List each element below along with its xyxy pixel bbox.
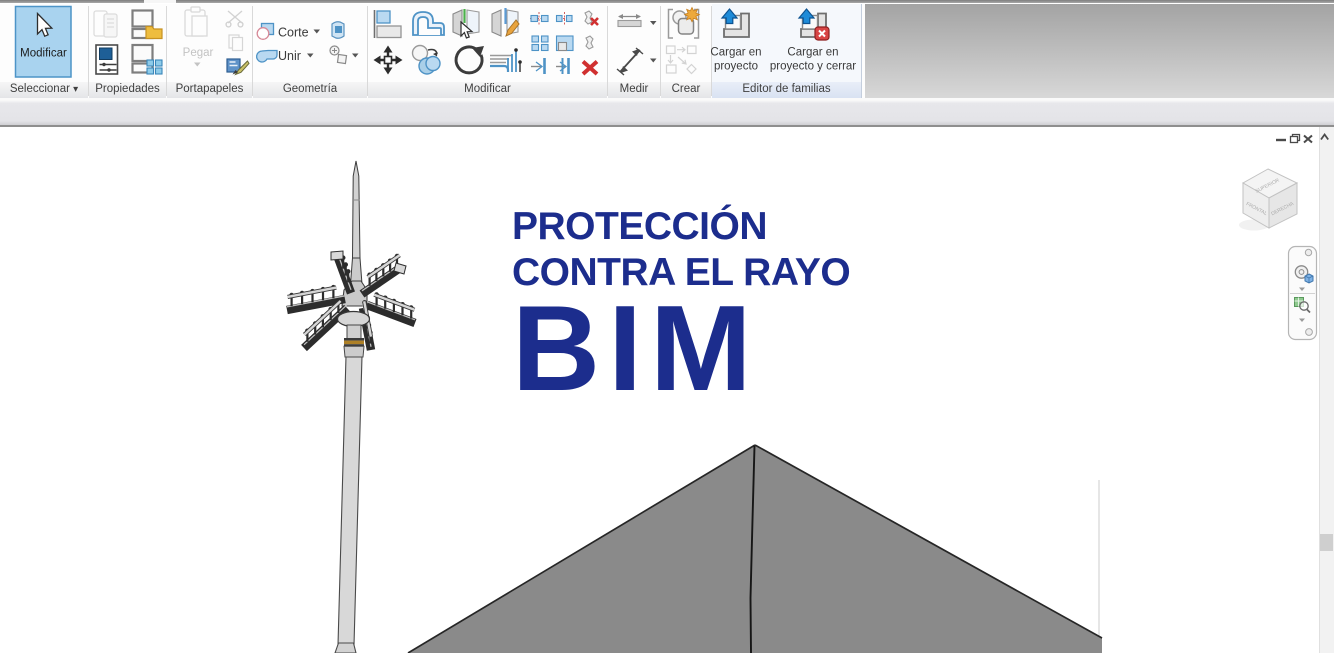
svg-text:Corte: Corte [278,26,309,40]
svg-text:Unir: Unir [278,49,301,63]
svg-text:proyecto: proyecto [714,61,758,73]
svg-text:proyecto y cerrar: proyecto y cerrar [770,61,856,73]
svg-text:Cargar en: Cargar en [710,47,761,59]
svg-text:Cargar en: Cargar en [787,47,838,59]
svg-text:Modificar: Modificar [20,48,67,60]
svg-text:Pegar: Pegar [183,47,214,59]
